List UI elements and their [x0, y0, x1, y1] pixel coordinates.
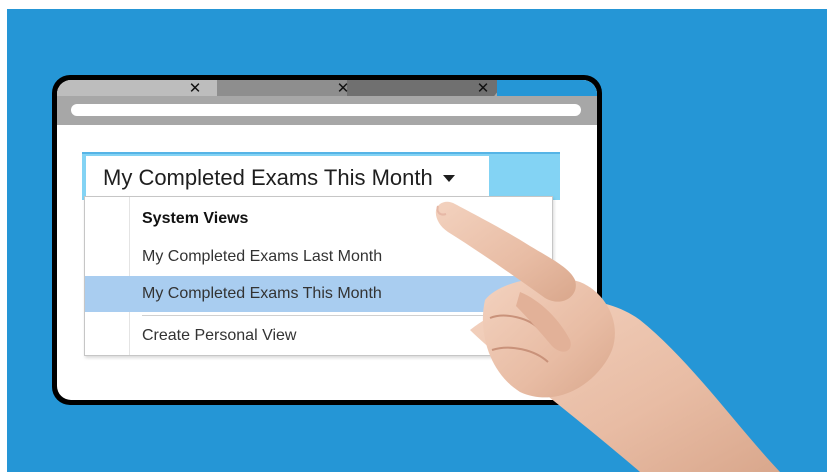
tab-close-icon[interactable]: ✕	[335, 80, 351, 96]
address-bar[interactable]	[71, 104, 581, 116]
dropdown-caret-icon[interactable]	[442, 174, 455, 182]
browser-tab[interactable]	[497, 80, 597, 96]
current-view-label: My Completed Exams This Month	[103, 165, 433, 190]
view-selector[interactable]: My Completed Exams This Month	[86, 156, 489, 200]
tab-close-icon[interactable]: ✕	[187, 80, 203, 96]
tab-close-icon[interactable]: ✕	[475, 80, 491, 96]
tab-bar: ✕ ✕ ✕	[57, 80, 597, 125]
menu-divider	[142, 315, 532, 316]
menu-item-create-personal-view[interactable]: Create Personal View	[85, 318, 552, 354]
menu-heading-system-views: System Views	[142, 210, 249, 227]
menu-item-this-month[interactable]: My Completed Exams This Month	[85, 276, 552, 312]
menu-item-last-month[interactable]: My Completed Exams Last Month	[85, 239, 552, 275]
view-dropdown-menu: System Views My Completed Exams Last Mon…	[84, 196, 553, 356]
